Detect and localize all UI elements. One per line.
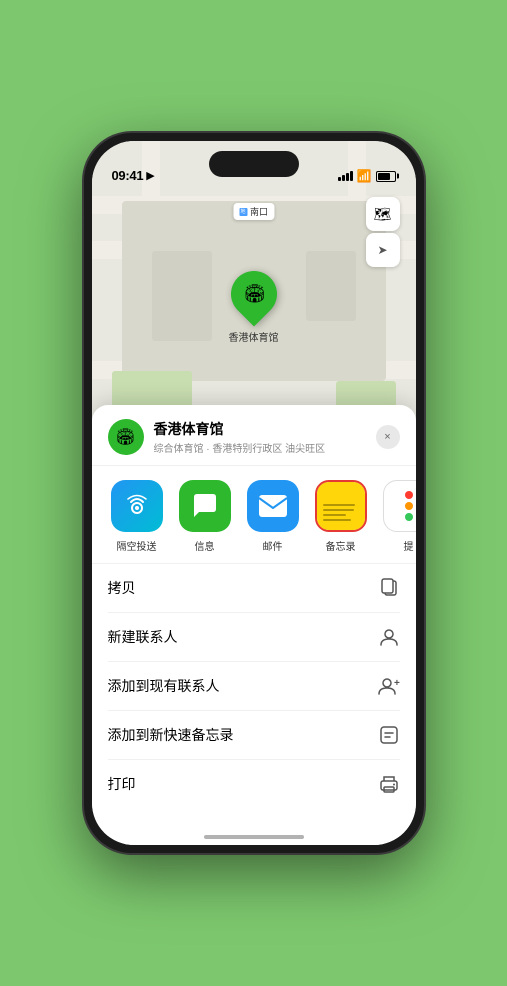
status-time: 09:41 bbox=[112, 168, 144, 183]
close-button[interactable]: × bbox=[376, 425, 400, 449]
share-row: 隔空投送 信息 bbox=[92, 466, 416, 564]
more-dot-green bbox=[405, 513, 413, 521]
notes-line-2 bbox=[323, 509, 355, 511]
map-type-button[interactable]: 🗺 bbox=[366, 197, 400, 231]
share-item-notes[interactable]: 备忘录 bbox=[312, 480, 370, 553]
share-item-airdrop[interactable]: 隔空投送 bbox=[108, 480, 166, 553]
map-label-text: 南口 bbox=[250, 205, 268, 218]
messages-icon bbox=[179, 480, 231, 532]
more-dot-orange bbox=[405, 502, 413, 510]
notes-icon-content bbox=[317, 482, 365, 530]
mail-icon bbox=[247, 480, 299, 532]
notes-line-4 bbox=[323, 519, 352, 521]
share-item-mail[interactable]: 邮件 bbox=[244, 480, 302, 553]
svg-text:+: + bbox=[394, 678, 400, 689]
pin-emoji: 🏟 bbox=[242, 284, 265, 305]
share-item-more[interactable]: 提 bbox=[380, 480, 416, 553]
add-existing-icon: + bbox=[378, 675, 400, 697]
venue-icon: 🏟 bbox=[108, 419, 144, 455]
signal-bar-3 bbox=[346, 173, 349, 181]
notes-line-3 bbox=[323, 514, 346, 516]
signal-bar-1 bbox=[338, 177, 341, 181]
add-notes-label: 添加到新快速备忘录 bbox=[108, 725, 234, 745]
copy-icon bbox=[378, 577, 400, 599]
battery-fill bbox=[378, 173, 390, 180]
battery-icon bbox=[376, 171, 396, 182]
home-indicator bbox=[204, 835, 304, 839]
new-contact-icon bbox=[378, 626, 400, 648]
venue-name: 香港体育馆 bbox=[154, 419, 376, 439]
airdrop-label: 隔空投送 bbox=[117, 538, 157, 553]
map-block-sm1 bbox=[152, 251, 212, 341]
add-notes-icon bbox=[378, 724, 400, 746]
notes-header bbox=[321, 488, 361, 498]
bottom-sheet: 🏟 香港体育馆 综合体育馆 · 香港特别行政区 油尖旺区 × bbox=[92, 405, 416, 845]
venue-info: 香港体育馆 综合体育馆 · 香港特别行政区 油尖旺区 bbox=[154, 419, 376, 455]
phone-frame: 09:41 ▶ 📶 bbox=[84, 133, 424, 853]
signal-bar-4 bbox=[350, 171, 353, 181]
action-list: 拷贝 新建联系人 bbox=[92, 564, 416, 808]
share-item-messages[interactable]: 信息 bbox=[176, 480, 234, 553]
action-add-existing[interactable]: 添加到现有联系人 + bbox=[108, 662, 400, 711]
notes-icon bbox=[315, 480, 367, 532]
messages-label: 信息 bbox=[195, 538, 215, 553]
new-contact-label: 新建联系人 bbox=[108, 627, 178, 647]
pin-label: 香港体育馆 bbox=[229, 329, 279, 344]
pin-circle: 🏟 bbox=[221, 261, 286, 326]
label-dot-icon: 地 bbox=[239, 208, 247, 216]
map-block-sm2 bbox=[306, 251, 356, 321]
airdrop-icon bbox=[111, 480, 163, 532]
stadium-pin[interactable]: 🏟 香港体育馆 bbox=[229, 271, 279, 344]
notes-line-1 bbox=[323, 504, 355, 506]
action-add-notes[interactable]: 添加到新快速备忘录 bbox=[108, 711, 400, 760]
action-print[interactable]: 打印 bbox=[108, 760, 400, 808]
copy-label: 拷贝 bbox=[108, 578, 136, 598]
action-copy[interactable]: 拷贝 bbox=[108, 564, 400, 613]
add-existing-label: 添加到现有联系人 bbox=[108, 676, 220, 696]
more-dot-red bbox=[405, 491, 413, 499]
print-label: 打印 bbox=[108, 774, 136, 794]
wifi-icon: 📶 bbox=[357, 169, 372, 183]
venue-header: 🏟 香港体育馆 综合体育馆 · 香港特别行政区 油尖旺区 × bbox=[92, 405, 416, 466]
signal-bar-2 bbox=[342, 175, 345, 181]
map-location-button[interactable]: ➤ bbox=[366, 233, 400, 267]
venue-subtitle: 综合体育馆 · 香港特别行政区 油尖旺区 bbox=[154, 440, 376, 455]
status-icons: 📶 bbox=[338, 169, 396, 183]
print-icon bbox=[378, 773, 400, 795]
phone-screen: 09:41 ▶ 📶 bbox=[92, 141, 416, 845]
dynamic-island bbox=[209, 151, 299, 177]
map-controls: 🗺 ➤ bbox=[366, 197, 400, 267]
more-icon bbox=[383, 480, 416, 532]
action-new-contact[interactable]: 新建联系人 bbox=[108, 613, 400, 662]
more-label: 提 bbox=[404, 538, 414, 553]
mail-label: 邮件 bbox=[263, 538, 283, 553]
notes-label: 备忘录 bbox=[326, 538, 356, 553]
signal-bars bbox=[338, 171, 353, 181]
location-icon: ▶ bbox=[146, 169, 154, 182]
map-location-label: 地 南口 bbox=[233, 203, 274, 220]
